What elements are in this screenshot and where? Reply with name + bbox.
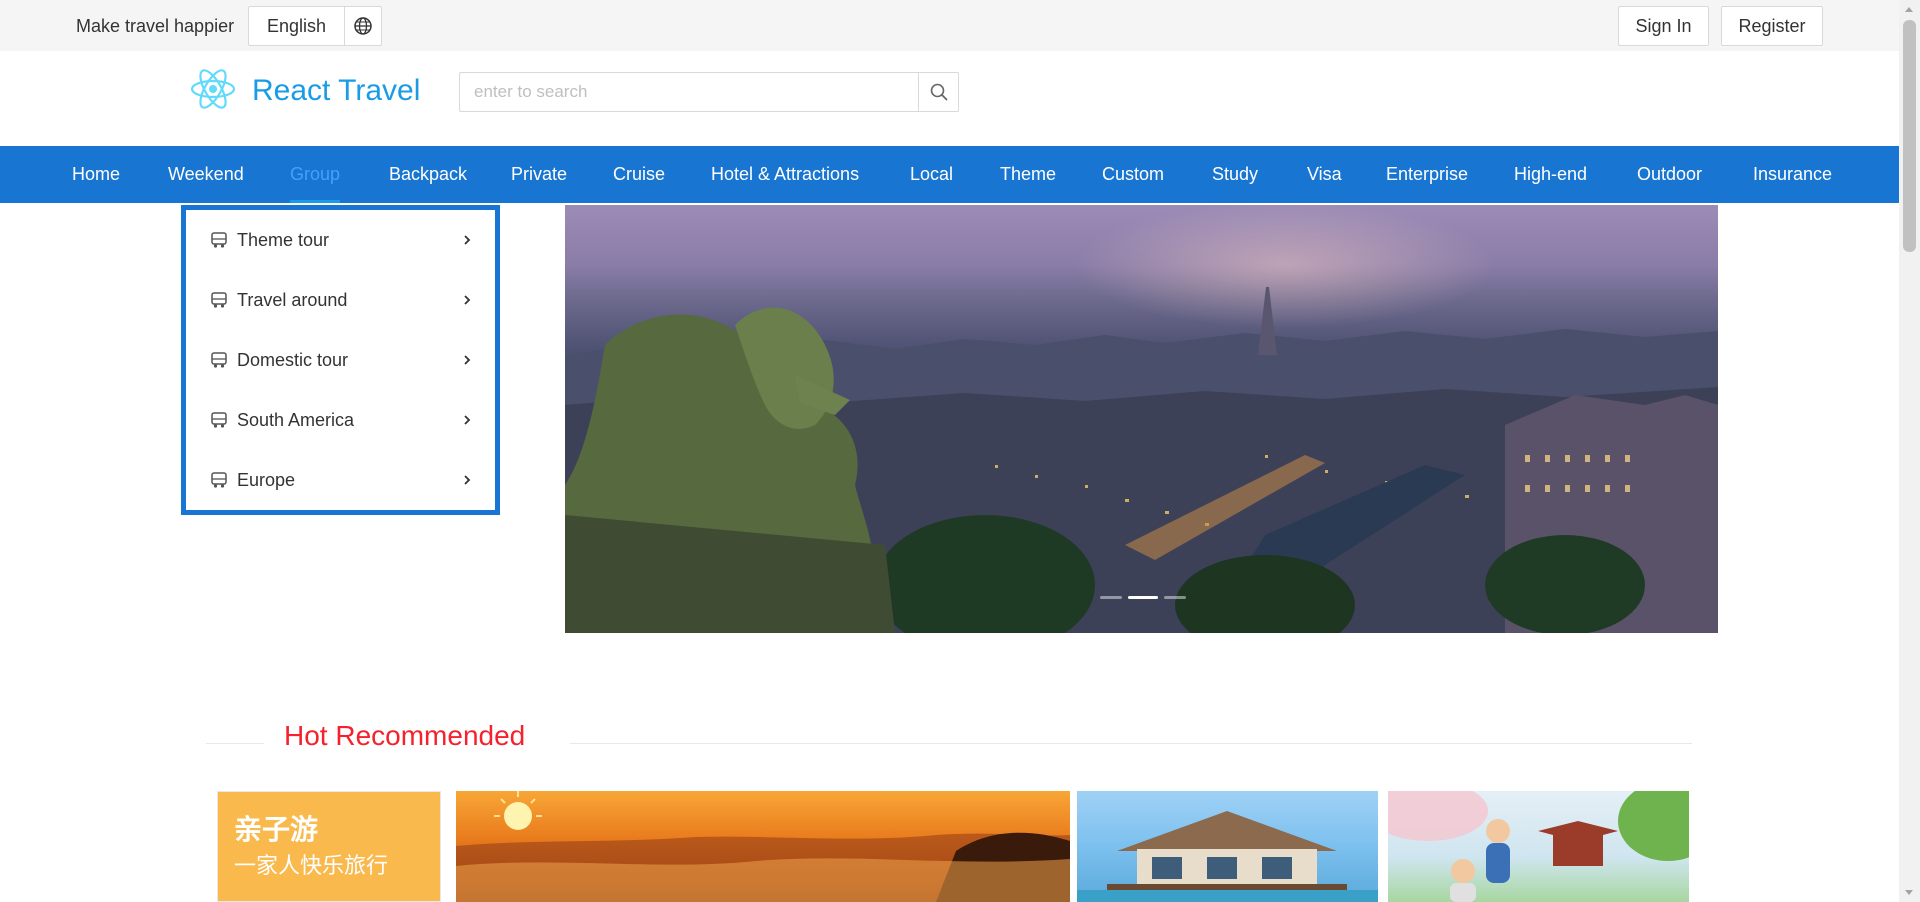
menu-item-theme-tour[interactable]: Theme tour: [186, 210, 495, 270]
nav-item-backpack[interactable]: Backpack: [389, 146, 467, 203]
nav-item-weekend[interactable]: Weekend: [168, 146, 244, 203]
product-card-water-villa[interactable]: [1077, 791, 1378, 902]
sunset-image: [456, 791, 1070, 902]
nav-item-private[interactable]: Private: [511, 146, 567, 203]
scroll-down-icon[interactable]: [1905, 890, 1913, 895]
search-input[interactable]: [460, 73, 918, 111]
divider: [206, 743, 264, 744]
product-card-sunset[interactable]: [456, 791, 1070, 902]
bus-icon: [211, 412, 227, 428]
bus-icon: [211, 472, 227, 488]
scroll-up-icon[interactable]: [1905, 7, 1913, 12]
site-title[interactable]: React Travel: [252, 74, 420, 108]
bus-icon: [211, 292, 227, 308]
menu-item-label: Europe: [237, 469, 296, 490]
chevron-right-icon: [464, 235, 471, 245]
language-label[interactable]: English: [249, 7, 345, 45]
main-nav: Home Weekend Group Backpack Private Crui…: [0, 146, 1899, 203]
search-bar[interactable]: [459, 72, 959, 112]
menu-item-domestic-tour[interactable]: Domestic tour: [186, 330, 495, 390]
nav-item-hotel-attractions[interactable]: Hotel & Attractions: [711, 146, 859, 203]
sign-in-button[interactable]: Sign In: [1618, 6, 1709, 46]
menu-item-south-america[interactable]: South America: [186, 390, 495, 450]
water-villa-image: [1077, 811, 1378, 902]
react-atom-icon[interactable]: [190, 66, 236, 112]
card-title: 亲子游: [234, 813, 319, 846]
search-icon[interactable]: [918, 73, 958, 111]
page-scrollbar[interactable]: [1899, 0, 1920, 902]
nav-item-home[interactable]: Home: [72, 146, 120, 203]
product-card-family-park[interactable]: [1388, 791, 1689, 902]
scroll-thumb[interactable]: [1903, 20, 1916, 252]
category-menu: Theme tour Travel around Domestic tour S…: [181, 205, 500, 515]
bus-icon: [211, 232, 227, 248]
register-button[interactable]: Register: [1721, 6, 1823, 46]
menu-item-europe[interactable]: Europe: [186, 450, 495, 510]
family-park-image: [1388, 791, 1689, 902]
paris-skyline-image: [565, 287, 1718, 633]
menu-item-travel-around[interactable]: Travel around: [186, 270, 495, 330]
chevron-right-icon: [464, 295, 471, 305]
nav-item-insurance[interactable]: Insurance: [1753, 146, 1832, 203]
menu-item-label: Theme tour: [237, 229, 330, 250]
menu-item-label: Domestic tour: [237, 349, 349, 370]
bus-icon: [211, 352, 227, 368]
carousel-dot[interactable]: [1164, 596, 1186, 599]
product-card-family-tour[interactable]: 亲子游 一家人快乐旅行: [217, 791, 441, 902]
nav-item-theme[interactable]: Theme: [1000, 146, 1056, 203]
nav-item-high-end[interactable]: High-end: [1514, 146, 1587, 203]
chevron-right-icon: [464, 475, 471, 485]
nav-item-study[interactable]: Study: [1212, 146, 1258, 203]
hot-recommended-title: Hot Recommended: [284, 720, 526, 751]
nav-item-custom[interactable]: Custom: [1102, 146, 1164, 203]
nav-item-cruise[interactable]: Cruise: [613, 146, 665, 203]
nav-item-outdoor[interactable]: Outdoor: [1637, 146, 1702, 203]
divider: [570, 743, 1692, 744]
carousel-dots: [1100, 596, 1186, 599]
slogan: Make travel happier: [76, 16, 235, 36]
language-dropdown[interactable]: English: [248, 6, 382, 46]
carousel-dot-active[interactable]: [1128, 596, 1158, 599]
carousel-dot[interactable]: [1100, 596, 1122, 599]
chevron-right-icon: [464, 415, 471, 425]
globe-icon[interactable]: [345, 7, 381, 45]
menu-item-label: Travel around: [237, 289, 348, 310]
nav-item-local[interactable]: Local: [910, 146, 953, 203]
card-subtitle: 一家人快乐旅行: [234, 854, 389, 879]
top-bar: Make travel happier English Sign In Regi…: [0, 0, 1899, 51]
nav-item-enterprise[interactable]: Enterprise: [1386, 146, 1468, 203]
nav-item-visa[interactable]: Visa: [1307, 146, 1342, 203]
menu-item-label: South America: [237, 409, 355, 430]
banner-carousel[interactable]: [565, 205, 1718, 633]
chevron-right-icon: [464, 355, 471, 365]
nav-item-group[interactable]: Group: [290, 146, 341, 203]
